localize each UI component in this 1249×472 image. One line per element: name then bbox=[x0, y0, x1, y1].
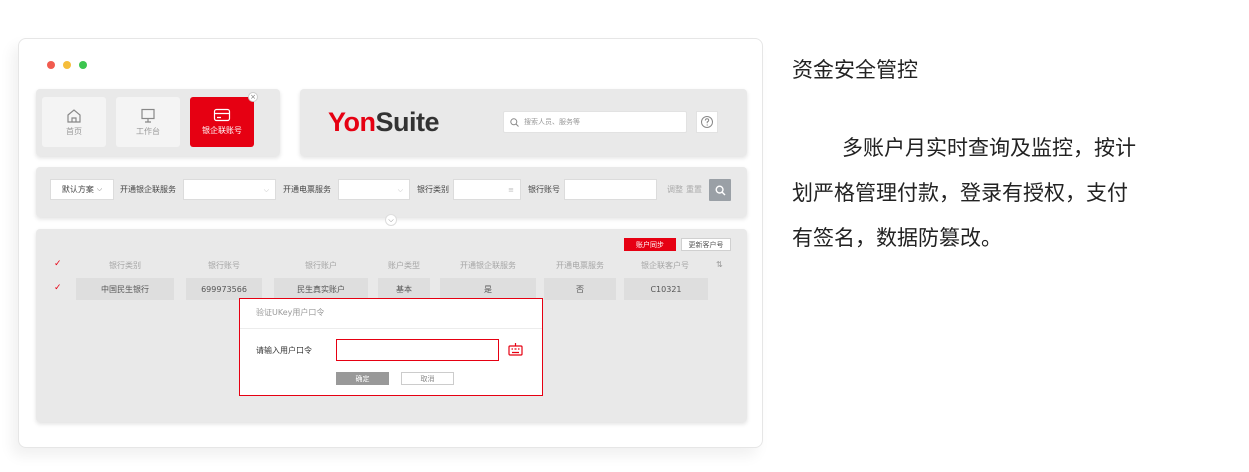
bank-service-select[interactable]: ⌵ bbox=[183, 179, 276, 200]
col-header-account-no: 银行账号 bbox=[208, 261, 240, 270]
col-header-bill-service: 开通电票服务 bbox=[556, 261, 604, 270]
search-icon bbox=[510, 117, 519, 127]
expand-filter-icon[interactable]: ⌵ bbox=[385, 214, 397, 226]
monitor-icon bbox=[141, 108, 155, 123]
label-account-no: 银行账号 bbox=[528, 185, 560, 194]
help-icon bbox=[701, 116, 713, 128]
minimize-dot[interactable] bbox=[63, 61, 71, 69]
reset-link[interactable]: 重置 bbox=[686, 179, 702, 200]
bill-service-select[interactable]: ⌵ bbox=[338, 179, 410, 200]
keyboard-icon[interactable] bbox=[508, 342, 523, 356]
row-checkbox[interactable]: ✓ bbox=[54, 284, 63, 293]
cell-account-no: 699973566 bbox=[186, 278, 262, 300]
scheme-select[interactable]: 默认方案 ⌵ bbox=[50, 179, 114, 200]
close-dot[interactable] bbox=[47, 61, 55, 69]
nav-tile-label: 首页 bbox=[66, 126, 82, 136]
update-customer-no-button[interactable]: 更新客户号 bbox=[681, 238, 731, 251]
cancel-button[interactable]: 取消 bbox=[401, 372, 454, 385]
col-header-account-name: 银行账户 bbox=[305, 261, 337, 270]
filter-panel: 默认方案 ⌵ 开通银企联服务 ⌵ 开通电票服务 ⌵ 银行类别 ≡ 银行账号 调整… bbox=[36, 167, 747, 226]
nav-tile-bank-account[interactable]: 银企联账号 × bbox=[190, 92, 258, 147]
cell-account-name: 民生真实账户 bbox=[274, 278, 368, 300]
cell-bank-service: 是 bbox=[440, 278, 536, 300]
close-tab-icon[interactable]: × bbox=[248, 92, 258, 102]
password-input[interactable] bbox=[336, 339, 499, 361]
bank-type-select[interactable]: ≡ bbox=[453, 179, 521, 200]
chevron-down-icon: ⌵ bbox=[96, 185, 103, 193]
search-input[interactable]: 搜索人员、服务等 bbox=[503, 111, 687, 133]
label-bank-service: 开通银企联服务 bbox=[120, 185, 176, 194]
nav-tile-home[interactable]: 首页 bbox=[42, 97, 106, 147]
cell-bill-service: 否 bbox=[544, 278, 616, 300]
list-icon: ≡ bbox=[508, 186, 514, 194]
col-header-bank-type: 银行类别 bbox=[109, 261, 141, 270]
search-icon bbox=[714, 184, 725, 195]
description-line: 多账户月实时查询及监控，按计 bbox=[842, 136, 1136, 160]
screenshot-frame: 首页 工作台 银企联账号 × YonSuite 搜索人员、服务等 默认方案 ⌵ … bbox=[18, 38, 763, 448]
nav-tile-label: 工作台 bbox=[136, 126, 160, 136]
chevron-down-icon: ⌵ bbox=[397, 186, 403, 194]
cell-customer-no: C10321 bbox=[624, 278, 708, 300]
window-controls bbox=[47, 61, 87, 69]
search-placeholder: 搜索人员、服务等 bbox=[524, 118, 580, 126]
password-label: 请输入用户口令 bbox=[256, 346, 312, 355]
maximize-dot[interactable] bbox=[79, 61, 87, 69]
confirm-button[interactable]: 确定 bbox=[336, 372, 389, 385]
cell-bank-type: 中国民生银行 bbox=[76, 278, 174, 300]
nav-panel: 首页 工作台 银企联账号 × bbox=[36, 89, 280, 156]
nav-tile-label: 银企联账号 bbox=[202, 126, 242, 135]
label-bill-service: 开通电票服务 bbox=[283, 185, 331, 194]
feature-title: 资金安全管控 bbox=[792, 58, 918, 82]
query-button[interactable] bbox=[709, 179, 731, 201]
column-settings-icon[interactable]: ⇅ bbox=[716, 260, 723, 269]
select-all-checkbox[interactable]: ✓ bbox=[54, 260, 63, 269]
yonsuite-logo: YonSuite bbox=[328, 107, 440, 137]
nav-tile-workbench[interactable]: 工作台 bbox=[116, 97, 180, 147]
col-header-account-type: 账户类型 bbox=[388, 261, 420, 270]
col-header-customer-no: 银企联客户号 bbox=[641, 261, 689, 270]
col-header-bank-service: 开通银企联服务 bbox=[460, 261, 516, 270]
help-button[interactable] bbox=[696, 111, 718, 133]
adjust-link[interactable]: 调整 bbox=[667, 179, 683, 200]
label-bank-type: 银行类别 bbox=[417, 185, 449, 194]
dialog-divider bbox=[240, 328, 542, 329]
header-panel: YonSuite 搜索人员、服务等 bbox=[300, 89, 747, 156]
cell-account-type: 基本 bbox=[378, 278, 430, 300]
scheme-label: 默认方案 bbox=[61, 185, 94, 194]
card-icon bbox=[213, 108, 231, 122]
dialog-title: 验证UKey用户口令 bbox=[256, 308, 325, 317]
account-sync-button[interactable]: 账户同步 bbox=[624, 238, 676, 251]
ukey-dialog: 验证UKey用户口令 请输入用户口令 确定 取消 bbox=[239, 298, 543, 396]
chevron-down-icon: ⌵ bbox=[263, 186, 269, 194]
description-line: 有签名，数据防篡改。 bbox=[792, 226, 1002, 250]
description-line: 划严格管理付款，登录有授权，支付 bbox=[792, 181, 1128, 205]
home-icon bbox=[67, 108, 81, 123]
feature-description: 多账户月实时查询及监控，按计 划严格管理付款，登录有授权，支付 有签名，数据防篡… bbox=[792, 126, 1217, 261]
account-no-input[interactable] bbox=[564, 179, 657, 200]
